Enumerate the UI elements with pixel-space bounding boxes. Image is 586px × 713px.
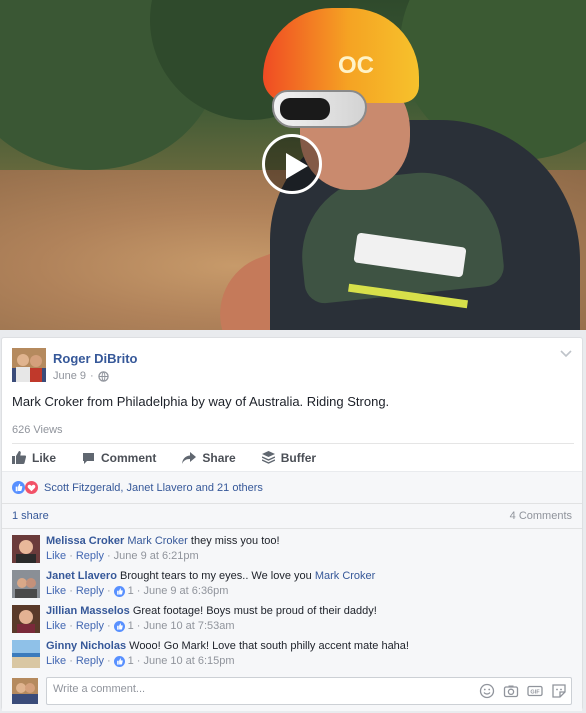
comment-text: Ginny Nicholas Wooo! Go Mark! Love that … xyxy=(46,640,409,652)
comment: Ginny Nicholas Wooo! Go Mark! Love that … xyxy=(12,640,572,672)
comment-time[interactable]: June 10 at 7:53am xyxy=(143,620,234,632)
buffer-button[interactable]: Buffer xyxy=(261,450,317,465)
share-comment-summary: 1 share 4 Comments xyxy=(2,503,582,529)
comment-actions: Like · Reply · 1 · June 10 at 7:53am xyxy=(46,620,235,632)
comment: Melissa Croker Mark Croker they miss you… xyxy=(12,535,572,567)
comment-reply-link[interactable]: Reply xyxy=(76,550,104,562)
play-button[interactable] xyxy=(262,134,322,194)
reactions-bar[interactable]: Scott Fitzgerald, Janet Llavero and 21 o… xyxy=(2,471,582,503)
comments-section: Melissa Croker Mark Croker they miss you… xyxy=(2,529,582,711)
like-reaction-icon xyxy=(113,585,125,597)
love-reaction-icon xyxy=(25,481,38,494)
comment-time[interactable]: June 9 at 6:21pm xyxy=(114,550,199,562)
comment-like-link[interactable]: Like xyxy=(46,550,66,562)
emoji-icon[interactable] xyxy=(479,683,495,699)
comment-like-count[interactable]: 1 xyxy=(128,620,134,632)
camera-icon[interactable] xyxy=(503,683,519,699)
author-name[interactable]: Roger DiBrito xyxy=(53,351,138,366)
share-arrow-icon xyxy=(182,451,197,464)
commenter-name[interactable]: Janet Llavero xyxy=(46,570,117,582)
comment-icon xyxy=(83,452,95,464)
post-text: Mark Croker from Philadelphia by way of … xyxy=(12,394,390,409)
video-player[interactable]: OC xyxy=(0,0,586,330)
avatar[interactable] xyxy=(12,535,40,563)
comment-like-link[interactable]: Like xyxy=(46,585,66,597)
mention-link[interactable]: Mark Croker xyxy=(315,570,376,582)
comment-text: Janet Llavero Brought tears to my eyes..… xyxy=(46,570,375,582)
commenter-name[interactable]: Jillian Masselos xyxy=(46,605,130,617)
comment-actions: Like · Reply · June 9 at 6:21pm xyxy=(46,550,199,562)
comment-input[interactable] xyxy=(53,683,463,695)
comment-body: Brought tears to my eyes.. We love you xyxy=(116,570,315,582)
mention-link[interactable]: Mark Croker xyxy=(127,535,188,547)
comment-like-link[interactable]: Like xyxy=(46,655,66,667)
comment-reply-link[interactable]: Reply xyxy=(76,655,104,667)
comment-like-count[interactable]: 1 xyxy=(128,585,134,597)
avatar[interactable] xyxy=(12,348,46,382)
comment-body: Great footage! Boys must be proud of the… xyxy=(129,605,377,617)
post-date[interactable]: June 9 xyxy=(53,370,86,382)
comment-composer: GIF xyxy=(12,676,572,706)
play-icon xyxy=(286,153,308,179)
comment-reply-link[interactable]: Reply xyxy=(76,585,104,597)
comment-time[interactable]: June 9 at 6:36pm xyxy=(143,585,228,597)
comment-like-count[interactable]: 1 xyxy=(128,655,134,667)
comment-input-box[interactable]: GIF xyxy=(46,677,572,705)
share-button[interactable]: Share xyxy=(182,450,236,465)
comment-time[interactable]: June 10 at 6:15pm xyxy=(143,655,234,667)
avatar[interactable] xyxy=(12,640,40,668)
comment-like-link[interactable]: Like xyxy=(46,620,66,632)
buffer-icon xyxy=(261,451,275,464)
sunglasses-lens xyxy=(280,98,330,120)
comment-actions: Like · Reply · 1 · June 9 at 6:36pm xyxy=(46,585,229,597)
meta-separator: · xyxy=(90,370,94,382)
share-label: Share xyxy=(202,450,236,465)
sticker-icon[interactable] xyxy=(551,683,567,699)
like-reaction-icon xyxy=(113,655,125,667)
comment-reply-link[interactable]: Reply xyxy=(76,620,104,632)
gif-icon[interactable]: GIF xyxy=(527,683,543,699)
comment-count[interactable]: 4 Comments xyxy=(510,510,572,522)
composer-icons: GIF xyxy=(479,683,567,699)
like-label: Like xyxy=(32,450,57,465)
post-header: Roger DiBrito June 9 · xyxy=(12,348,572,388)
helmet-logo: OC xyxy=(338,52,374,79)
post-meta: June 9 · xyxy=(53,370,109,382)
action-bar: Like Comment Share Buffer xyxy=(12,443,574,471)
globe-icon xyxy=(97,370,109,382)
comment-text: Melissa Croker Mark Croker they miss you… xyxy=(46,535,280,547)
rider-sunglasses xyxy=(272,90,367,128)
comment-body: they miss you too! xyxy=(187,535,280,547)
comment-button[interactable]: Comment xyxy=(82,451,156,465)
commenter-name[interactable]: Ginny Nicholas xyxy=(46,640,126,652)
comment-actions: Like · Reply · 1 · June 10 at 6:15pm xyxy=(46,655,235,667)
avatar[interactable] xyxy=(12,678,38,704)
comment-label: Comment xyxy=(101,450,157,465)
reaction-names[interactable]: Scott Fitzgerald, Janet Llavero and 21 o… xyxy=(44,482,263,494)
avatar[interactable] xyxy=(12,570,40,598)
like-reaction-icon xyxy=(113,620,125,632)
post-card: Roger DiBrito June 9 · Mark Croker from … xyxy=(1,337,583,711)
buffer-label: Buffer xyxy=(280,450,317,465)
commenter-name[interactable]: Melissa Croker xyxy=(46,535,124,547)
like-reaction-icon xyxy=(12,481,25,494)
comment: Janet Llavero Brought tears to my eyes..… xyxy=(12,570,572,602)
like-button[interactable]: Like xyxy=(12,451,56,465)
avatar[interactable] xyxy=(12,605,40,633)
share-count[interactable]: 1 share xyxy=(12,510,49,522)
svg-text:GIF: GIF xyxy=(530,690,540,696)
comment-body: Wooo! Go Mark! Love that south philly ac… xyxy=(126,640,409,652)
view-count: 626 Views xyxy=(12,424,63,436)
comment: Jillian Masselos Great footage! Boys mus… xyxy=(12,605,572,637)
thumbs-up-icon xyxy=(12,451,26,464)
chevron-down-icon[interactable] xyxy=(560,350,572,358)
comment-text: Jillian Masselos Great footage! Boys mus… xyxy=(46,605,377,617)
